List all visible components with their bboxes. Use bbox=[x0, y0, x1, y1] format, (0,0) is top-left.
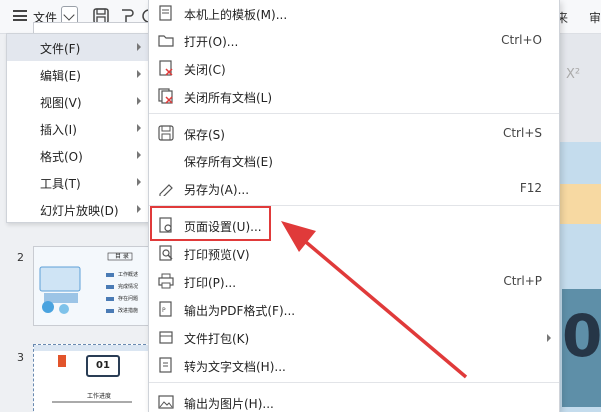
file-menu-item[interactable]: 保存所有文档(E) bbox=[149, 147, 559, 174]
file-menu-item-shortcut: Ctrl+O bbox=[501, 33, 542, 47]
file-menu-item-label: 关闭所有文档(L) bbox=[184, 91, 273, 105]
file-menu-item[interactable]: 保存(S) Ctrl+S bbox=[149, 120, 559, 147]
slide-3-calendar bbox=[58, 355, 66, 367]
file-menu-item[interactable]: 文件打包(K) bbox=[149, 324, 559, 351]
slide-number-3: 3 bbox=[17, 351, 24, 364]
file-menu-item-shortcut: F12 bbox=[519, 181, 542, 195]
convert-doc-icon bbox=[159, 357, 172, 373]
main-menu-item[interactable]: 编辑(E) bbox=[7, 61, 148, 88]
toolbar-tab-review[interactable]: 审 bbox=[589, 9, 601, 26]
file-menu-item-label: 关闭(C) bbox=[184, 63, 226, 77]
main-menu: 文件(F) 编辑(E) 视图(V) 插入(I) 格式(O) 工具(T) 幻灯片放映(D) bbox=[6, 33, 149, 223]
file-menu-item-label: 文件打包(K) bbox=[184, 332, 250, 346]
slide-2-line-2: 完成情况 bbox=[118, 284, 139, 290]
file-menu-item-shortcut: Ctrl+S bbox=[502, 126, 542, 140]
main-menu-item[interactable]: 插入(I) bbox=[7, 115, 148, 142]
file-menu-item[interactable]: 本机上的模板(M)... bbox=[149, 0, 559, 27]
file-menu-item-shortcut: Ctrl+P bbox=[503, 274, 542, 288]
save-as-icon bbox=[159, 184, 173, 196]
file-menu-item-label: 打开(O)... bbox=[184, 35, 239, 49]
main-menu-item[interactable]: 文件(F) bbox=[7, 34, 148, 61]
svg-text:P: P bbox=[162, 307, 166, 314]
file-menu-item[interactable]: 打印(P)... Ctrl+P bbox=[149, 268, 559, 295]
menu-separator bbox=[149, 382, 559, 383]
slide-3-caption: 工作进度 bbox=[86, 393, 111, 400]
image-icon bbox=[158, 395, 174, 409]
main-menu-item-label: 插入(I) bbox=[40, 123, 77, 137]
chevron-right-icon bbox=[547, 334, 551, 342]
pdf-icon: P bbox=[159, 301, 172, 317]
file-menu-item-label: 输出为PDF格式(F)... bbox=[184, 304, 296, 318]
file-menu-item[interactable]: 打印预览(V) bbox=[149, 240, 559, 267]
superscript-icon: X² bbox=[566, 67, 581, 82]
chevron-right-icon bbox=[137, 43, 141, 51]
highlight-annotation-box bbox=[150, 206, 271, 241]
slide-3-top-band bbox=[34, 345, 150, 351]
menu-separator bbox=[149, 113, 559, 114]
chevron-right-icon bbox=[137, 205, 141, 213]
slide-2-title: 目 录 bbox=[115, 253, 129, 260]
file-menu-item[interactable]: 输出为图片(H)... bbox=[149, 389, 559, 412]
save-icon bbox=[158, 125, 174, 141]
main-menu-item-label: 编辑(E) bbox=[40, 69, 81, 83]
file-menu-item-label: 输出为图片(H)... bbox=[184, 397, 274, 411]
chevron-right-icon bbox=[137, 124, 141, 132]
main-menu-item-label: 文件(F) bbox=[40, 42, 81, 56]
slide-2-line-1: 工作概述 bbox=[118, 272, 139, 278]
file-menu-item-label: 本机上的模板(M)... bbox=[184, 8, 288, 22]
template-icon bbox=[159, 5, 172, 21]
chevron-right-icon bbox=[137, 178, 141, 186]
slide-number-2: 2 bbox=[17, 251, 24, 264]
main-menu-item-label: 工具(T) bbox=[40, 177, 81, 191]
main-menu-item-label: 幻灯片放映(D) bbox=[40, 204, 119, 218]
main-menu-item-label: 视图(V) bbox=[40, 96, 82, 110]
file-menu-item[interactable]: 另存为(A)... F12 bbox=[149, 175, 559, 202]
file-menu-item[interactable]: 关闭(C) bbox=[149, 55, 559, 82]
chevron-down-icon bbox=[63, 9, 75, 21]
chevron-right-icon bbox=[137, 151, 141, 159]
slide-2-line-4: 改进措施 bbox=[118, 308, 139, 314]
file-menu-item-label: 打印(P)... bbox=[184, 276, 237, 290]
file-menu-item-label: 打印预览(V) bbox=[184, 248, 250, 262]
file-menu-item-label: 保存所有文档(E) bbox=[184, 155, 273, 169]
main-menu-item[interactable]: 视图(V) bbox=[7, 88, 148, 115]
main-menu-item[interactable]: 格式(O) bbox=[7, 142, 148, 169]
file-menu-item[interactable]: 转为文字文档(H)... bbox=[149, 352, 559, 379]
folder-open-icon bbox=[158, 35, 174, 47]
slide-canvas-calendar bbox=[560, 184, 601, 224]
hamburger-menu-icon[interactable] bbox=[13, 10, 27, 21]
close-doc-icon bbox=[159, 60, 173, 76]
main-menu-item[interactable]: 幻灯片放映(D) bbox=[7, 196, 148, 223]
close-all-icon bbox=[158, 88, 173, 104]
file-menu-item[interactable]: 打开(O)... Ctrl+O bbox=[149, 27, 559, 54]
file-menu-item[interactable]: P 输出为PDF格式(F)... bbox=[149, 296, 559, 323]
slide-2-line-3: 存在问题 bbox=[118, 296, 139, 302]
slide-thumbnail-2[interactable]: 目 录 工作概述 完成情况 存在问题 改进措施 bbox=[33, 246, 151, 326]
print-icon bbox=[158, 273, 174, 289]
package-icon bbox=[159, 331, 173, 344]
file-menu-item-label: 另存为(A)... bbox=[184, 183, 250, 197]
file-menu-item[interactable]: 关闭所有文档(L) bbox=[149, 83, 559, 110]
print-preview-icon bbox=[159, 245, 173, 261]
chevron-right-icon bbox=[137, 97, 141, 105]
file-menu-item-label: 转为文字文档(H)... bbox=[184, 360, 286, 374]
slide-3-badge: 01 bbox=[86, 355, 120, 377]
slide-canvas: X² 0 bbox=[560, 34, 601, 412]
slide-thumbnail-3[interactable]: 01 工作进度 bbox=[33, 344, 151, 412]
chevron-right-icon bbox=[137, 70, 141, 78]
slide-3-line bbox=[52, 401, 132, 403]
file-menu-item-label: 保存(S) bbox=[184, 128, 225, 142]
main-menu-item-label: 格式(O) bbox=[40, 150, 83, 164]
slide-canvas-number: 0 bbox=[562, 302, 601, 370]
main-menu-item[interactable]: 工具(T) bbox=[7, 169, 148, 196]
